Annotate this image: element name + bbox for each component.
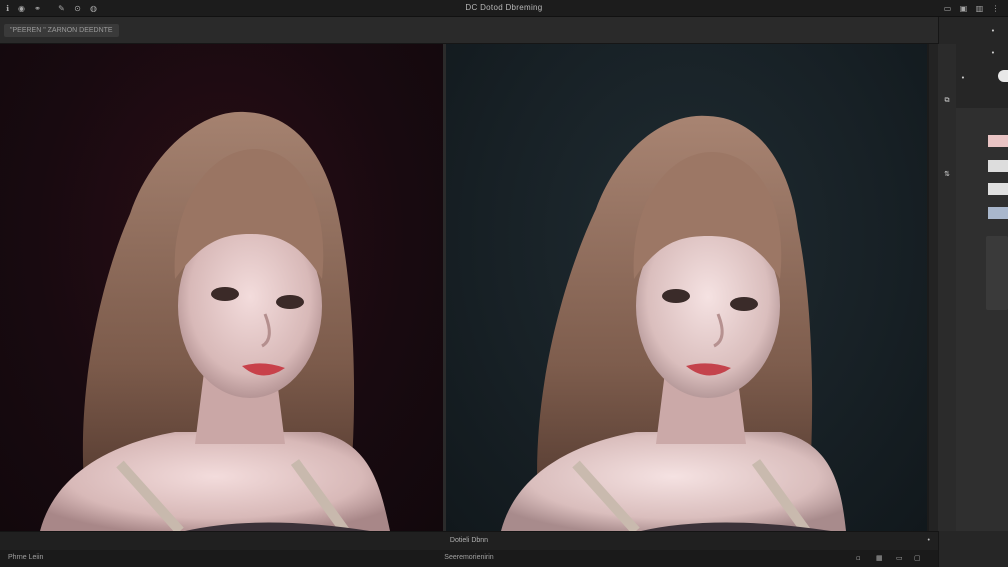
- dot-icon[interactable]: •: [957, 72, 969, 84]
- layers-icon[interactable]: ⧉: [941, 94, 953, 106]
- portrait-image-right: [501, 115, 846, 531]
- photo-panel-left[interactable]: [0, 44, 443, 531]
- swatch-blue[interactable]: [988, 207, 1008, 219]
- options-bar: "PEEREN " ZARNON DEEDNTE: [0, 17, 938, 44]
- menu-icon[interactable]: ⋮: [990, 3, 1001, 14]
- bottom-center-label: Seeremorienirin: [444, 554, 494, 561]
- maximize-icon[interactable]: ▣: [958, 3, 969, 14]
- canvas-area[interactable]: [0, 44, 929, 531]
- photo-panel-right[interactable]: [446, 44, 927, 531]
- status-bar: Dotieli Dbnn •: [0, 531, 938, 550]
- adjust-icon[interactable]: ⇅: [941, 168, 953, 180]
- swatch-white[interactable]: [988, 183, 1008, 195]
- swatch-light[interactable]: [988, 160, 1008, 172]
- color-slider-handle[interactable]: [998, 70, 1008, 82]
- portrait-image-left: [40, 111, 390, 531]
- grid-icon[interactable]: ▦: [876, 554, 883, 562]
- dot-icon[interactable]: •: [987, 25, 999, 37]
- zoom-icon[interactable]: ▫: [856, 554, 861, 562]
- window-title: DC Dotod Dbreming: [465, 3, 543, 12]
- swatch-pink[interactable]: [988, 135, 1008, 147]
- document-tab[interactable]: "PEEREN " ZARNON DEEDNTE: [4, 24, 119, 37]
- bottom-bar: Phrne Leiin Seeremorienirin ▫ ▦ ▭ ▢: [0, 550, 938, 567]
- close-icon[interactable]: ▥: [974, 3, 985, 14]
- fullscreen-icon[interactable]: ▢: [914, 554, 921, 562]
- tool-column: ⧉ ⇅: [938, 44, 956, 531]
- dot-icon[interactable]: •: [987, 47, 999, 59]
- title-bar: ℹ ◉ ⚭ ✎ ⊙ ◍ DC Dotod Dbreming ▭ ▣ ▥ ⋮: [0, 0, 1008, 17]
- minimize-icon[interactable]: ▭: [942, 3, 953, 14]
- status-label: Dotieli Dbnn: [449, 537, 489, 544]
- status-dot-icon[interactable]: •: [928, 537, 930, 544]
- fit-icon[interactable]: ▭: [896, 554, 903, 562]
- navigator-panel[interactable]: [986, 236, 1008, 310]
